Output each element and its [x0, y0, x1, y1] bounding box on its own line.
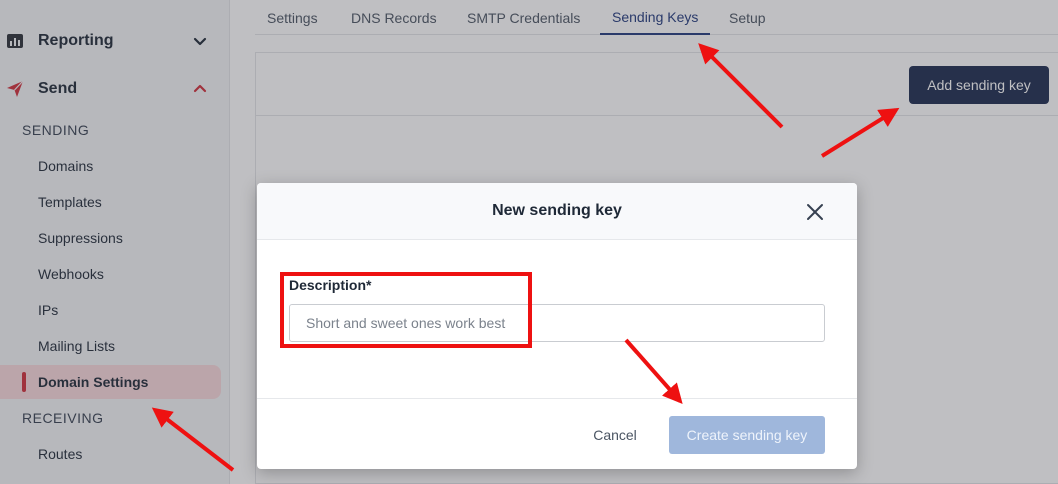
close-icon[interactable] — [803, 200, 827, 224]
dialog-header: New sending key — [257, 183, 857, 240]
new-sending-key-dialog: New sending key Description* Cancel Crea… — [257, 183, 857, 469]
dialog-title: New sending key — [492, 202, 622, 219]
description-label: Description* — [289, 277, 372, 293]
create-sending-key-button[interactable]: Create sending key — [669, 416, 825, 454]
description-input[interactable] — [289, 304, 825, 342]
cancel-button[interactable]: Cancel — [579, 416, 651, 454]
dialog-footer: Cancel Create sending key — [257, 398, 857, 469]
